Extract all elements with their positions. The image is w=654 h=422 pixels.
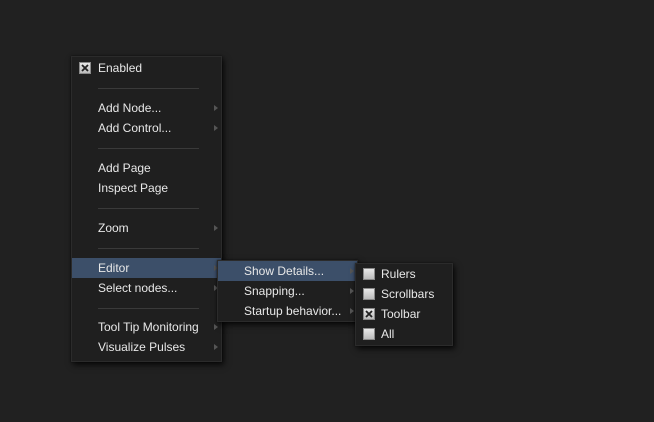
menu-item-label: Rulers <box>381 267 416 281</box>
chevron-right-icon <box>214 105 218 111</box>
menu-item-snapping[interactable]: Snapping... <box>218 281 357 301</box>
menu-item-label: Zoom <box>98 221 129 235</box>
menu-item-label: Startup behavior... <box>244 304 342 318</box>
menu-item-toolbar[interactable]: Toolbar <box>356 304 452 324</box>
menu-item-tool-tip-monitoring[interactable]: Tool Tip Monitoring <box>72 317 221 337</box>
chevron-right-icon <box>350 288 354 294</box>
menu-item-rulers[interactable]: Rulers <box>356 264 452 284</box>
menu-separator <box>98 208 199 209</box>
menu-item-label: Inspect Page <box>98 181 169 195</box>
chevron-right-icon <box>214 125 218 131</box>
menu-item-all[interactable]: All <box>356 324 452 344</box>
menu-item-visualize-pulses[interactable]: Visualize Pulses <box>72 337 221 357</box>
menu-item-label: Add Page <box>98 161 151 175</box>
checkbox-unchecked-icon[interactable] <box>363 288 375 300</box>
context-menu: Enabled Add Node... Add Control... Add P… <box>71 56 222 362</box>
chevron-right-icon <box>350 268 354 274</box>
menu-item-label: Editor <box>98 261 130 275</box>
menu-item-add-page[interactable]: Add Page <box>72 158 221 178</box>
chevron-right-icon <box>214 344 218 350</box>
menu-item-label: Scrollbars <box>381 287 435 301</box>
menu-item-startup-behavior[interactable]: Startup behavior... <box>218 301 357 321</box>
menu-item-enabled[interactable]: Enabled <box>72 58 221 78</box>
menu-item-label: Select nodes... <box>98 281 178 295</box>
menu-item-label: All <box>381 327 395 341</box>
checkbox-checked-icon[interactable] <box>79 62 91 74</box>
menu-item-label: Add Control... <box>98 121 172 135</box>
menu-item-label: Toolbar <box>381 307 421 321</box>
chevron-right-icon <box>214 225 218 231</box>
menu-separator <box>98 148 199 149</box>
menu-item-inspect-page[interactable]: Inspect Page <box>72 178 221 198</box>
menu-item-label: Enabled <box>98 61 143 75</box>
menu-item-show-details[interactable]: Show Details... <box>218 261 357 281</box>
show-details-submenu: Rulers Scrollbars Toolbar All <box>355 263 453 346</box>
chevron-right-icon <box>350 308 354 314</box>
chevron-right-icon <box>214 324 218 330</box>
checkbox-unchecked-icon[interactable] <box>363 328 375 340</box>
menu-item-scrollbars[interactable]: Scrollbars <box>356 284 452 304</box>
menu-separator <box>98 88 199 89</box>
menu-item-zoom[interactable]: Zoom <box>72 218 221 238</box>
menu-separator <box>98 308 199 309</box>
checkbox-unchecked-icon[interactable] <box>363 268 375 280</box>
menu-item-label: Add Node... <box>98 101 162 115</box>
editor-submenu: Show Details... Snapping... Startup beha… <box>217 260 358 322</box>
menu-item-label: Show Details... <box>244 264 325 278</box>
menu-item-select-nodes[interactable]: Select nodes... <box>72 278 221 298</box>
menu-item-add-control[interactable]: Add Control... <box>72 118 221 138</box>
menu-item-label: Tool Tip Monitoring <box>98 320 199 334</box>
checkbox-checked-icon[interactable] <box>363 308 375 320</box>
menu-item-add-node[interactable]: Add Node... <box>72 98 221 118</box>
menu-item-label: Visualize Pulses <box>98 340 186 354</box>
menu-separator <box>98 248 199 249</box>
menu-item-label: Snapping... <box>244 284 305 298</box>
menu-item-editor[interactable]: Editor <box>72 258 221 278</box>
